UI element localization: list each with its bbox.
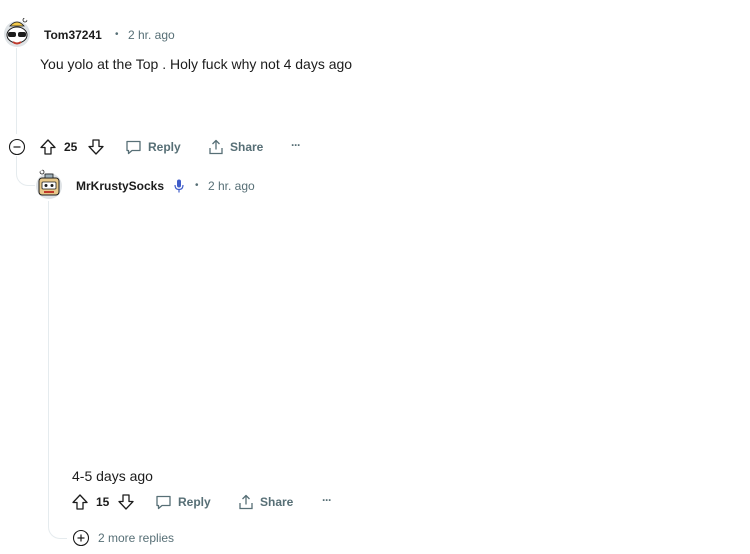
- share-icon: [209, 139, 223, 155]
- avatar[interactable]: [2, 16, 32, 48]
- snoo-avatar-icon: [4, 17, 30, 47]
- share-label: Share: [230, 140, 264, 154]
- avatar[interactable]: [34, 168, 64, 200]
- downvote-arrow-icon: [118, 494, 134, 510]
- thread-line-main[interactable]: [16, 48, 17, 134]
- separator-dot: •: [115, 29, 119, 40]
- thread-connector: [16, 171, 35, 186]
- upvote-button[interactable]: [71, 493, 89, 511]
- reply-button[interactable]: Reply: [155, 494, 211, 510]
- more-replies-label: 2 more replies: [98, 531, 175, 545]
- upvote-arrow-icon: [40, 139, 56, 155]
- vote-count: 15: [96, 495, 110, 509]
- microphone-icon: [174, 179, 184, 193]
- thread-line-main-lower[interactable]: [16, 156, 17, 172]
- comment-body: You yolo at the Top . Holy fuck why not …: [40, 56, 353, 72]
- share-button[interactable]: Share: [238, 494, 293, 510]
- share-label: Share: [260, 495, 294, 509]
- comment-timestamp[interactable]: 2 hr. ago: [128, 28, 175, 42]
- thread-line-child[interactable]: [48, 201, 49, 523]
- share-icon: [239, 494, 253, 510]
- comment-bubble-icon: [126, 140, 141, 155]
- more-replies-button[interactable]: 2 more replies: [72, 529, 174, 547]
- more-options-button[interactable]: ···: [322, 493, 332, 507]
- comment-author[interactable]: MrKrustySocks: [76, 179, 164, 193]
- downvote-button[interactable]: [87, 138, 105, 156]
- reply-label: Reply: [178, 495, 211, 509]
- more-options-button[interactable]: ···: [291, 138, 301, 152]
- collapse-icon: [8, 138, 26, 156]
- thread-connector-more: [48, 518, 67, 539]
- upvote-arrow-icon: [72, 494, 88, 510]
- separator-dot: •: [195, 180, 199, 191]
- vote-count: 25: [64, 140, 78, 154]
- comment-author[interactable]: Tom37241: [44, 28, 102, 42]
- comment-timestamp[interactable]: 2 hr. ago: [208, 179, 255, 193]
- snoo-avatar-icon: [36, 169, 62, 199]
- comment-body: 4-5 days ago: [72, 468, 153, 484]
- collapse-button[interactable]: [8, 138, 26, 156]
- share-button[interactable]: Share: [208, 139, 263, 155]
- reply-label: Reply: [148, 140, 181, 154]
- downvote-arrow-icon: [88, 139, 104, 155]
- reply-button[interactable]: Reply: [125, 139, 181, 155]
- expand-plus-icon: [72, 529, 90, 547]
- downvote-button[interactable]: [117, 493, 135, 511]
- comment-bubble-icon: [156, 495, 171, 510]
- upvote-button[interactable]: [39, 138, 57, 156]
